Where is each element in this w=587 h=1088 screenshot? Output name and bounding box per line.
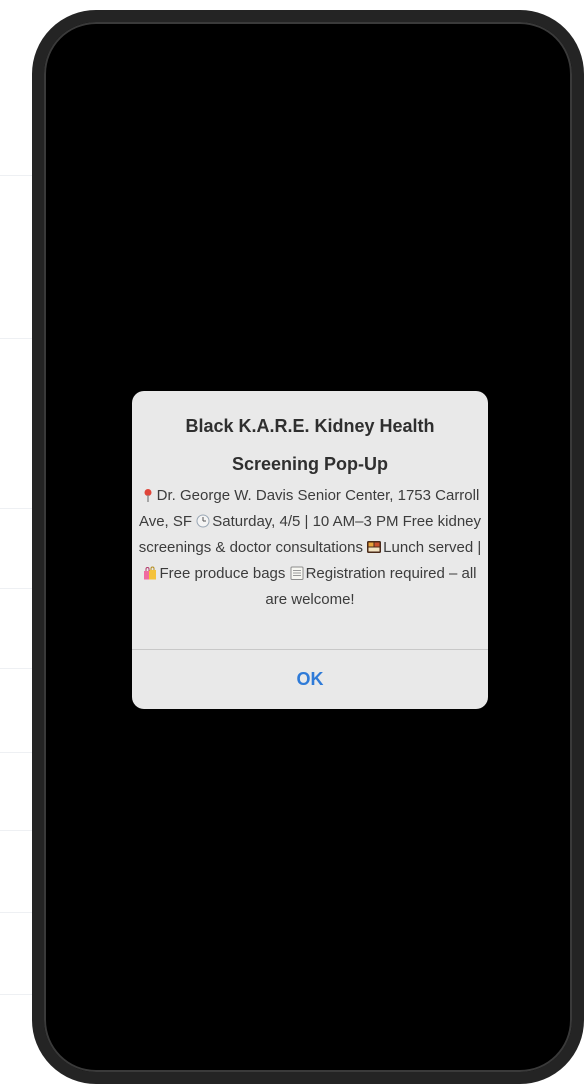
alert-message: Dr. George W. Davis Senior Center, 1753 … bbox=[136, 483, 484, 613]
shopping-bags-icon bbox=[144, 566, 157, 580]
alert-title: Black K.A.R.E. Kidney Health Screening P… bbox=[185, 416, 435, 474]
alert-dialog: Black K.A.R.E. Kidney Health Screening P… bbox=[132, 391, 488, 709]
pin-icon bbox=[144, 489, 152, 502]
alert-lunch-text: Lunch served | bbox=[383, 539, 482, 556]
notepad-icon bbox=[290, 566, 304, 580]
ok-button[interactable]: OK bbox=[132, 650, 488, 709]
clock-icon bbox=[196, 514, 210, 528]
alert-produce-text: Free produce bags bbox=[159, 565, 286, 582]
bento-icon bbox=[367, 541, 382, 553]
